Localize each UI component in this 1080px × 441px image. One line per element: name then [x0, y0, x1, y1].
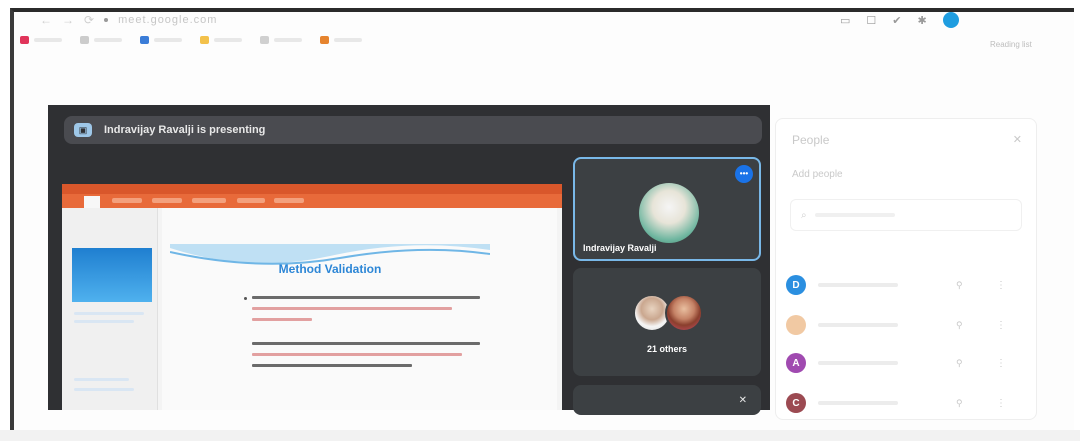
participant-tile-others[interactable]: 21 others [573, 268, 761, 376]
avatar: C [786, 393, 806, 413]
check-icon[interactable]: ✔ [892, 14, 901, 27]
ppt-titlebar [62, 184, 562, 194]
participant-tile-presenter[interactable]: Indravijay Ravalji ••• [573, 157, 761, 261]
participant-row[interactable]: D ⚲ ⋮ [786, 272, 1026, 298]
browser-toolbar: ▭ ☐ ✔ ✱ [840, 12, 959, 28]
slide-title: Method Validation [278, 262, 382, 276]
participant-tile-self[interactable]: ✕ [573, 385, 761, 415]
others-count: 21 others [646, 344, 688, 354]
avatar [665, 294, 703, 332]
bookmark-item[interactable] [140, 36, 182, 44]
participant-row[interactable]: C ⚲ ⋮ [786, 390, 1026, 416]
forward-icon[interactable]: → [62, 13, 74, 27]
ppt-ribbon [62, 194, 562, 208]
gmail-icon [20, 36, 29, 44]
participant-name: Indravijay Ravalji [583, 243, 657, 253]
search-icon: ⌕ [801, 209, 807, 221]
presenting-bar: ▣ Indravijay Ravalji is presenting [64, 116, 762, 144]
present-icon: ▣ [74, 123, 92, 137]
bookmark-item[interactable] [80, 36, 122, 44]
bookmark-item[interactable] [260, 36, 302, 44]
mic-off-icon: ✕ [738, 395, 747, 406]
close-icon[interactable]: ✕ [1013, 133, 1022, 146]
bookmark-icon [260, 36, 269, 44]
bookmark-item[interactable] [20, 36, 62, 44]
cast-icon[interactable]: ▭ [840, 14, 850, 27]
bookmark-icon [200, 36, 209, 44]
more-options-icon[interactable]: ⋮ [996, 320, 1006, 331]
profile-avatar[interactable] [942, 12, 959, 28]
slide-paragraph [252, 342, 480, 375]
avatar [786, 315, 806, 335]
more-options-icon[interactable]: ⋮ [996, 398, 1006, 409]
tab-icon[interactable]: ☐ [866, 14, 876, 27]
bookmark-icon [140, 36, 149, 44]
add-people-button[interactable]: Add people [792, 169, 843, 180]
bookmark-icon [80, 36, 89, 44]
speaking-indicator-icon: ••• [735, 165, 753, 183]
presenting-text: Indravijay Ravalji is presenting [104, 124, 266, 136]
mic-icon[interactable]: ⚲ [956, 358, 963, 369]
more-options-icon[interactable]: ⋮ [996, 280, 1006, 291]
mic-icon[interactable]: ⚲ [956, 398, 963, 409]
participant-row[interactable]: ⚲ ⋮ [786, 312, 1026, 338]
mic-icon[interactable]: ⚲ [956, 280, 963, 291]
avatar: D [786, 275, 806, 295]
back-icon[interactable]: ← [40, 13, 52, 27]
slide-paragraph [252, 296, 480, 329]
people-panel: People ✕ Add people ⌕ D ⚲ ⋮ ⚲ ⋮ A ⚲ ⋮ C … [775, 118, 1037, 420]
slide-thumbnail [72, 248, 152, 302]
page-edge [0, 430, 1080, 441]
participant-row[interactable]: A ⚲ ⋮ [786, 350, 1026, 376]
bookmark-item[interactable] [320, 36, 362, 44]
extensions-icon[interactable]: ✱ [918, 14, 927, 27]
bookmarks-bar [20, 33, 362, 47]
search-input[interactable]: ⌕ [790, 199, 1022, 231]
reload-icon[interactable]: ⟳ [84, 13, 94, 27]
reading-list-link[interactable]: Reading list [990, 40, 1032, 49]
bookmark-icon [320, 36, 329, 44]
url-text[interactable]: meet.google.com [118, 14, 217, 26]
site-info-icon[interactable] [104, 18, 109, 22]
bookmark-item[interactable] [200, 36, 242, 44]
panel-title: People [792, 133, 830, 147]
slide-thumbnails [62, 208, 158, 410]
more-options-icon[interactable]: ⋮ [996, 358, 1006, 369]
avatar [639, 183, 699, 243]
address-bar[interactable]: ← → ⟳ meet.google.com [40, 12, 217, 28]
mic-icon[interactable]: ⚲ [956, 320, 963, 331]
avatar: A [786, 353, 806, 373]
